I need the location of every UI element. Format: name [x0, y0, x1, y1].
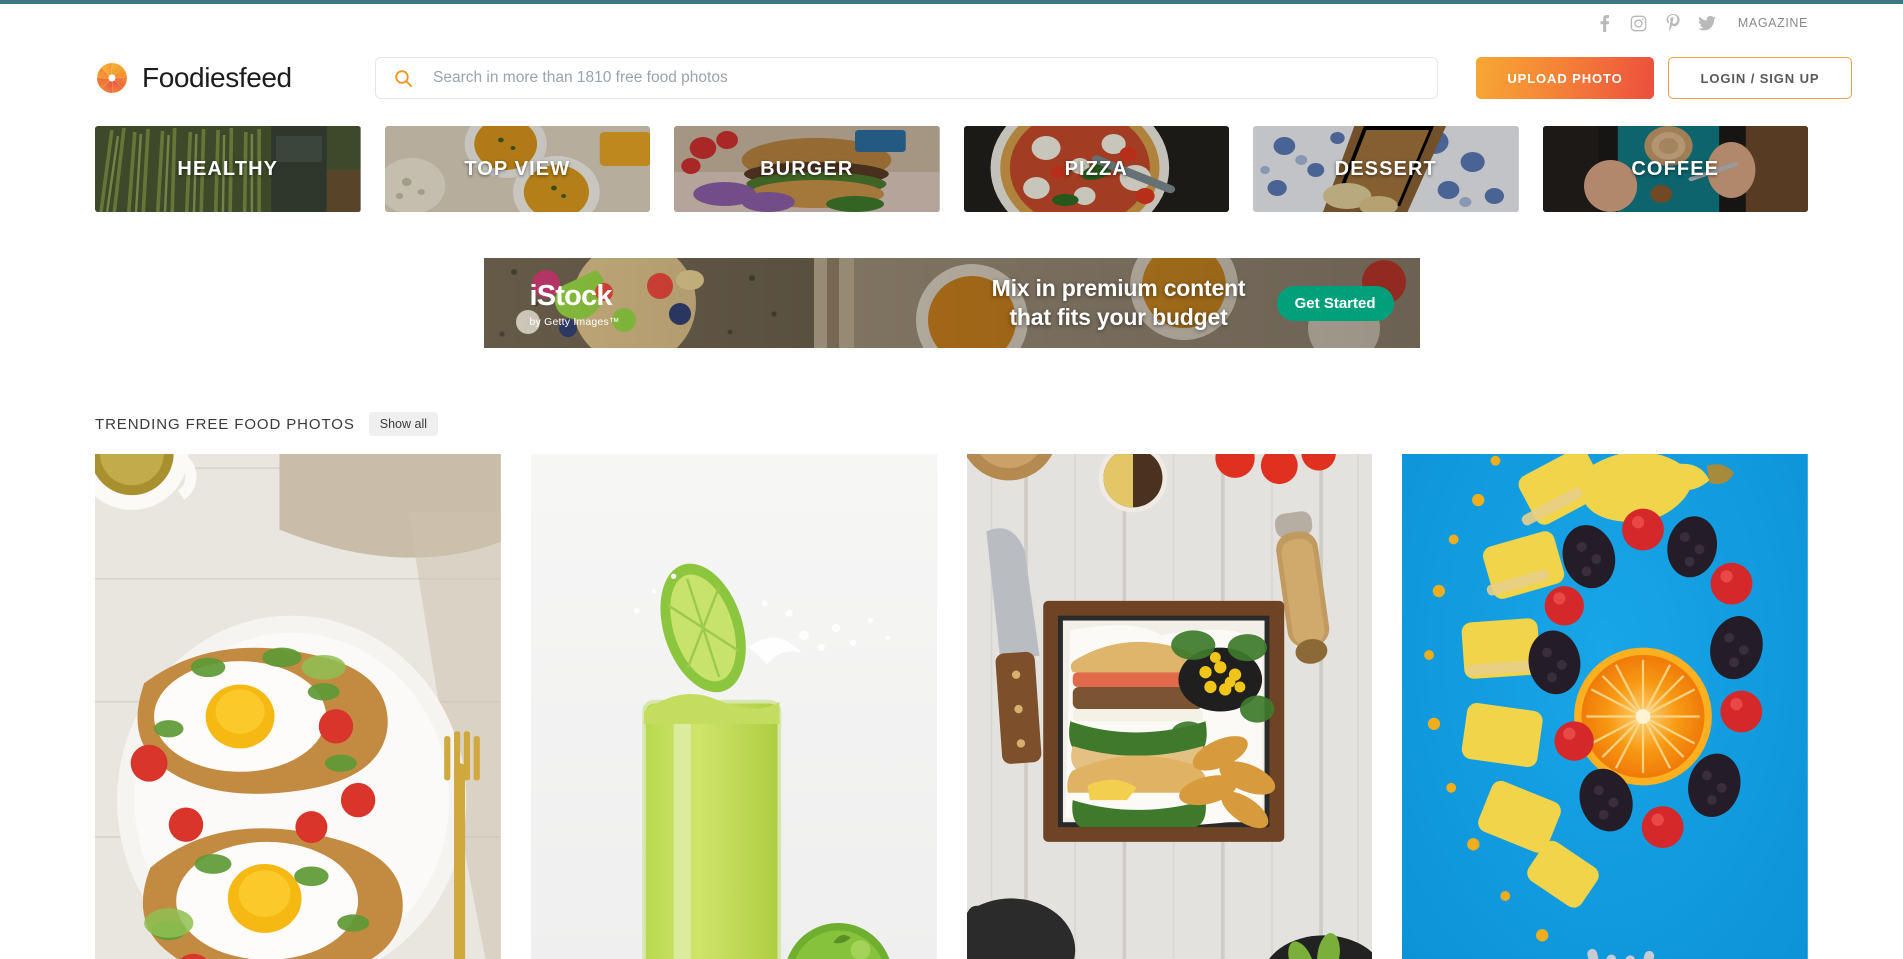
instagram-icon[interactable]	[1622, 10, 1656, 36]
search-bar[interactable]	[375, 57, 1438, 99]
category-tile-burger[interactable]: BURGER	[674, 126, 940, 212]
ad-headline-line1: Mix in premium content	[991, 275, 1246, 301]
header-actions: UPLOAD PHOTO LOGIN / SIGN UP	[1476, 57, 1852, 99]
category-label: HEALTHY	[177, 157, 279, 180]
istock-logo: iStock by Getty Images™	[530, 282, 620, 328]
category-label: PIZZA	[1064, 157, 1128, 180]
category-tile-coffee[interactable]: COFFEE	[1542, 126, 1808, 212]
show-all-button[interactable]: Show all	[368, 412, 438, 436]
photo-thumbnail	[530, 454, 937, 959]
photo-card[interactable]	[530, 454, 937, 959]
istock-logo-subtext: by Getty Images™	[529, 316, 620, 328]
login-signup-button[interactable]: LOGIN / SIGN UP	[1668, 57, 1852, 99]
photo-card[interactable]	[1402, 454, 1808, 959]
photo-thumbnail	[95, 454, 501, 959]
photo-card[interactable]	[95, 454, 501, 959]
aperture-icon	[97, 63, 127, 93]
category-label: COFFEE	[1631, 157, 1720, 180]
category-label: BURGER	[760, 157, 854, 180]
site-header: Foodiesfeed UPLOAD PHOTO LOGIN / SIGN UP	[0, 42, 1903, 114]
ad-headline: Mix in premium content that fits your bu…	[914, 274, 1324, 333]
utility-bar: MAGAZINE	[0, 4, 1903, 42]
trending-title: TRENDING FREE FOOD PHOTOS	[95, 415, 355, 433]
istock-ad-banner[interactable]: iStock by Getty Images™ Mix in premium c…	[483, 258, 1420, 348]
magazine-link[interactable]: MAGAZINE	[1738, 16, 1808, 30]
photo-grid	[0, 436, 1903, 959]
category-tile-pizza[interactable]: PIZZA	[963, 126, 1229, 212]
ad-area: iStock by Getty Images™ Mix in premium c…	[0, 212, 1903, 348]
search-icon	[395, 69, 413, 87]
search-input[interactable]	[433, 69, 1437, 87]
brand-name: Foodiesfeed	[142, 62, 292, 93]
facebook-icon[interactable]	[1588, 10, 1622, 36]
photo-card[interactable]	[966, 454, 1373, 959]
twitter-icon[interactable]	[1690, 10, 1724, 36]
category-label: TOP VIEW	[464, 157, 571, 180]
istock-logo-text: iStock	[529, 280, 613, 312]
category-label: DESSERT	[1334, 157, 1437, 180]
category-tile-healthy[interactable]: HEALTHY	[95, 126, 361, 212]
upload-photo-button[interactable]: UPLOAD PHOTO	[1476, 57, 1654, 99]
trending-header: TRENDING FREE FOOD PHOTOS Show all	[0, 348, 1903, 436]
category-tile-top-view[interactable]: TOP VIEW	[384, 126, 650, 212]
category-tile-dessert[interactable]: DESSERT	[1253, 126, 1519, 212]
pinterest-icon[interactable]	[1656, 10, 1690, 36]
category-tiles: HEALTHY TOP VIEW BURGER PIZZA DESSERT CO…	[0, 114, 1903, 212]
photo-thumbnail	[966, 454, 1373, 959]
get-started-button[interactable]: Get Started	[1276, 286, 1394, 321]
brand-logo[interactable]: Foodiesfeed	[95, 61, 335, 95]
photo-thumbnail	[1402, 454, 1808, 959]
ad-headline-line2: that fits your budget	[1009, 304, 1228, 331]
